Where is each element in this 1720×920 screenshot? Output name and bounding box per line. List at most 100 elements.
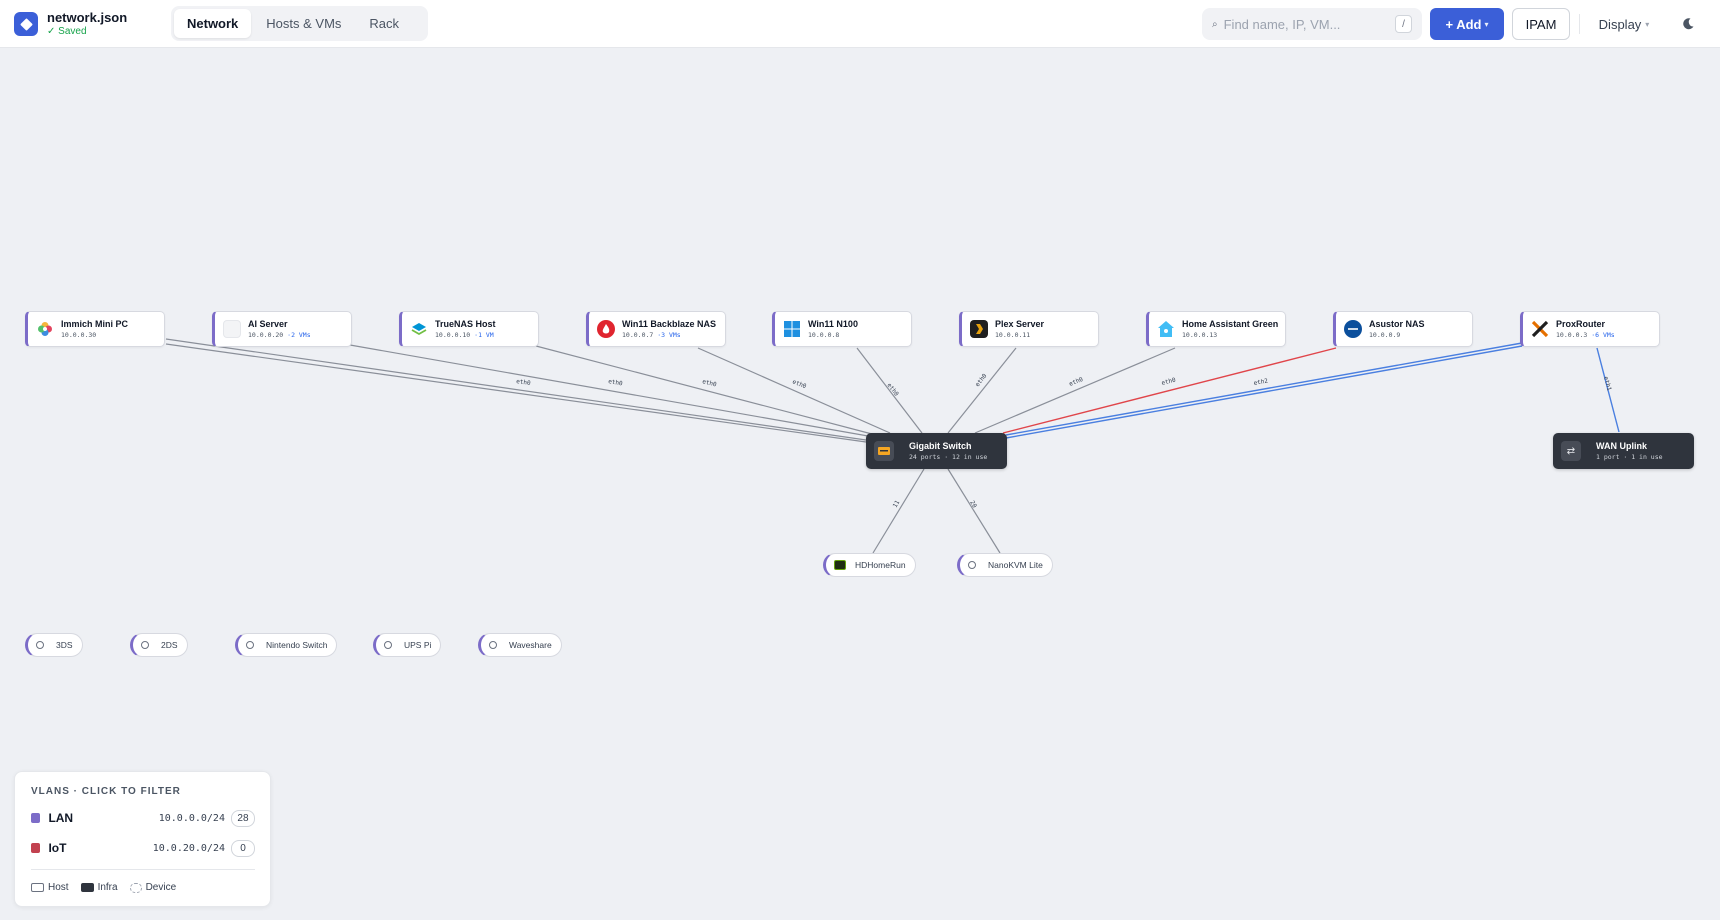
plex-icon — [970, 320, 988, 338]
edge-plex[interactable]: eth0 — [947, 347, 1017, 434]
host-ip: 10.0.0.30 — [61, 331, 97, 339]
host-node[interactable]: Asustor NAS 10.0.0.9 — [1333, 311, 1473, 347]
vlan-cidr: 10.0.0.0/24 — [158, 812, 225, 824]
theme-toggle-button[interactable] — [1676, 12, 1700, 36]
vm-count: ·2 VMs — [287, 331, 311, 339]
legend-infra: Infra — [80, 882, 118, 893]
search-shortcut-hint: / — [1395, 15, 1412, 33]
host-node[interactable]: Plex Server 10.0.0.11 — [959, 311, 1099, 347]
ipam-button[interactable]: IPAM — [1512, 8, 1570, 40]
tab-network[interactable]: Network — [174, 9, 252, 38]
add-button[interactable]: + Add ▾ — [1430, 8, 1504, 40]
save-status: ✓ Saved — [47, 26, 87, 37]
device-node[interactable]: HDHomeRun — [823, 553, 916, 577]
vm-count: ·6 VMs — [1591, 331, 1615, 339]
device-name: 3DS — [56, 640, 73, 650]
edge-immich[interactable]: eth0 — [165, 338, 867, 443]
search-input[interactable] — [1223, 16, 1384, 32]
vlan-panel-divider — [31, 869, 255, 870]
host-name: Immich Mini PC — [61, 319, 129, 329]
uplink-icon: ⇄ — [1561, 441, 1581, 461]
vlan-row-iot[interactable]: IoT 10.0.20.0/24 0 — [31, 838, 255, 858]
edge-port-label: eth0 — [791, 378, 807, 390]
host-name: TrueNAS Host — [435, 319, 496, 329]
host-node[interactable]: Win11 Backblaze NAS 10.0.0.7 ·3 VMs — [586, 311, 726, 347]
edge-proxrouter-wan[interactable]: eth1 — [1596, 347, 1620, 433]
vlan-color-swatch — [31, 843, 41, 853]
device-node[interactable]: Nintendo Switch — [235, 633, 338, 657]
edge-nanokvm[interactable]: 20 — [947, 468, 1001, 554]
edge-proxrouter-switch[interactable]: eth2 — [1005, 342, 1523, 439]
edge-win11-n100[interactable]: eth0 — [856, 347, 923, 434]
host-node[interactable]: ProxRouter 10.0.0.3 ·6 VMs — [1520, 311, 1660, 347]
device-node[interactable]: UPS Pi — [373, 633, 442, 657]
port-usage: 24 ports · 12 in use — [909, 453, 988, 461]
device-node[interactable]: 3DS — [25, 633, 83, 657]
vlan-name: IoT — [48, 841, 67, 855]
device-name: NanoKVM Lite — [988, 560, 1043, 570]
edge-port-label: eth0 — [885, 382, 900, 398]
edge-port-label: eth0 — [702, 378, 718, 388]
file-name: network.json — [47, 10, 128, 25]
server-icon — [223, 320, 241, 338]
device-node[interactable]: NanoKVM Lite — [957, 553, 1053, 577]
port-usage: 1 port · 1 in use — [1596, 453, 1663, 461]
edge-hdhomerun[interactable]: 11 — [872, 468, 925, 554]
host-node[interactable]: AI Server 10.0.0.20 ·2 VMs — [212, 311, 352, 347]
device-circle-icon — [246, 641, 254, 649]
legend-device: Device — [129, 882, 176, 893]
chevron-down-icon: ▾ — [1645, 19, 1650, 29]
moon-icon — [1683, 18, 1694, 30]
edge-port-label: eth0 — [974, 372, 989, 388]
top-bar: network.json ✓ Saved Network Hosts & VMs… — [0, 0, 1720, 48]
host-ip: 10.0.0.3 ·6 VMs — [1556, 331, 1615, 339]
host-node[interactable]: Home Assistant Green 10.0.0.13 — [1146, 311, 1286, 347]
vlan-color-swatch — [31, 813, 41, 823]
device-circle-icon — [384, 641, 392, 649]
edge-port-label: eth0 — [608, 378, 624, 387]
device-name: HDHomeRun — [855, 560, 906, 570]
host-ip: 10.0.0.7 ·3 VMs — [622, 331, 681, 339]
truenas-icon — [410, 320, 428, 338]
host-node[interactable]: Immich Mini PC 10.0.0.30 — [25, 311, 165, 347]
host-name: AI Server — [248, 319, 288, 329]
device-name: 2DS — [161, 640, 178, 650]
device-circle-icon — [141, 641, 149, 649]
legend-host: Host — [31, 882, 69, 893]
edge-truenas[interactable]: eth0 — [535, 345, 873, 435]
host-ip: 10.0.0.13 — [1182, 331, 1218, 339]
device-node[interactable]: 2DS — [130, 633, 188, 657]
immich-icon — [36, 320, 54, 338]
edge-port-label: 11 — [892, 499, 902, 509]
view-tabs: Network Hosts & VMs Rack — [171, 6, 428, 41]
add-button-label: + Add — [1445, 16, 1482, 32]
device-node[interactable]: Waveshare — [478, 633, 562, 657]
host-name: Plex Server — [995, 319, 1045, 329]
vlan-row-lan[interactable]: LAN 10.0.0.0/24 28 — [31, 808, 255, 828]
infra-name: WAN Uplink — [1596, 441, 1647, 451]
edge-ai-server[interactable]: eth0 — [349, 344, 869, 437]
vm-count: ·3 VMs — [657, 331, 681, 339]
infra-node-switch[interactable]: Gigabit Switch 24 ports · 12 in use — [866, 433, 1007, 469]
proxmox-icon — [1531, 320, 1549, 338]
vm-count: ·1 VM — [474, 331, 494, 339]
edge-asustor[interactable]: eth0 — [1002, 347, 1337, 434]
device-circle-icon — [36, 641, 44, 649]
host-node[interactable]: Win11 N100 10.0.0.8 — [772, 311, 912, 347]
toolbar-divider — [1579, 14, 1580, 34]
host-node[interactable]: TrueNAS Host 10.0.0.10 ·1 VM — [399, 311, 539, 347]
host-ip: 10.0.0.9 — [1369, 331, 1401, 339]
infra-node-wan[interactable]: ⇄ WAN Uplink 1 port · 1 in use — [1553, 433, 1694, 469]
windows-icon — [783, 320, 801, 338]
host-ip: 10.0.0.10 ·1 VM — [435, 331, 494, 339]
edge-port-label: eth0 — [516, 378, 532, 387]
infra-name: Gigabit Switch — [909, 441, 972, 451]
tab-hosts-vms[interactable]: Hosts & VMs — [253, 9, 354, 38]
edge-home-assistant[interactable]: eth0 — [974, 347, 1176, 434]
host-ip: 10.0.0.20 ·2 VMs — [248, 331, 311, 339]
edge-backblaze[interactable]: eth0 — [697, 347, 891, 434]
host-ip: 10.0.0.11 — [995, 331, 1031, 339]
tab-rack[interactable]: Rack — [356, 9, 412, 38]
display-menu-button[interactable]: Display ▾ — [1590, 8, 1658, 40]
app-logo-icon — [14, 12, 38, 36]
